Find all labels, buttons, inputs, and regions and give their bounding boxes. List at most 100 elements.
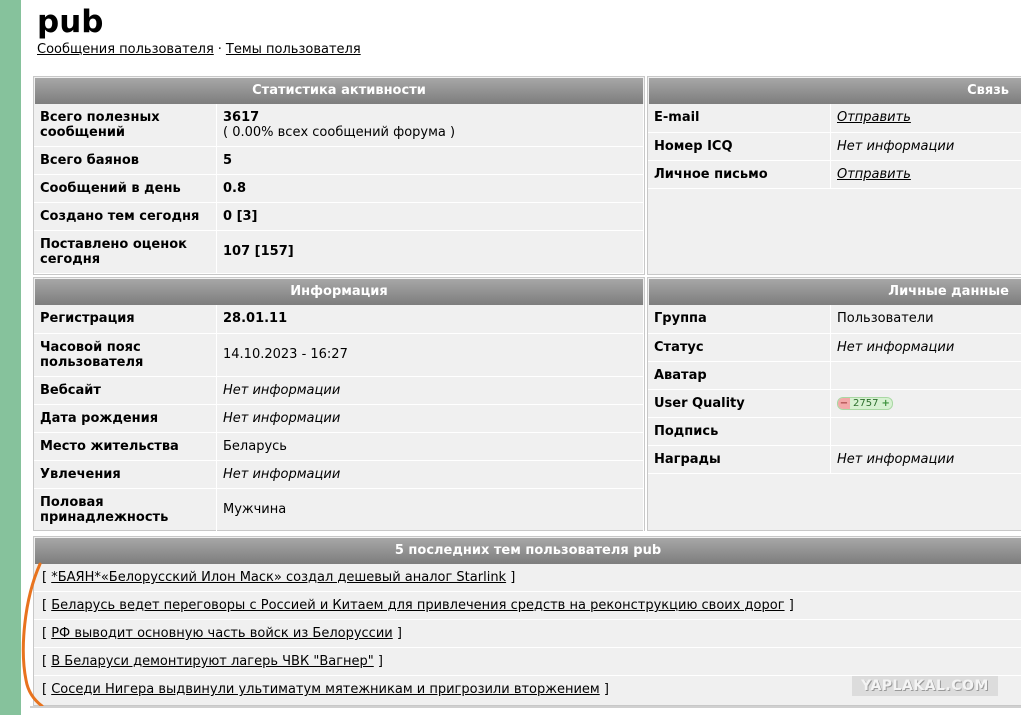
row-label: Награды bbox=[648, 445, 831, 473]
row-label: Всего полезных сообщений bbox=[34, 104, 217, 146]
row-value: 14.10.2023 - 16:27 bbox=[217, 333, 644, 376]
row-value: Нет информации bbox=[831, 445, 1021, 473]
avatar bbox=[831, 361, 1021, 389]
table-row: Половая принадлежность Мужчина bbox=[34, 488, 644, 531]
list-item: [ В Беларуси демонтируют лагерь ЧВК "Ваг… bbox=[34, 648, 1021, 676]
row-label: E-mail bbox=[648, 104, 831, 132]
bracket-close: ] bbox=[510, 570, 515, 585]
row-label: Номер ICQ bbox=[648, 132, 831, 160]
table-row: Всего баянов 5 bbox=[34, 146, 644, 174]
table-row: Подпись bbox=[648, 417, 1021, 445]
row-label: Всего баянов bbox=[34, 146, 217, 174]
topic-link[interactable]: РФ выводит основную часть войск из Белор… bbox=[51, 626, 393, 641]
signature bbox=[831, 417, 1021, 445]
row-value: 3617 ( 0.00% всех сообщений форума ) bbox=[217, 104, 644, 146]
info-panel-title: Информация bbox=[35, 279, 643, 305]
quality-minus-button[interactable]: − bbox=[838, 398, 850, 409]
send-pm-link[interactable]: Отправить bbox=[837, 167, 911, 182]
table-row: Дата рождения Нет информации bbox=[34, 404, 644, 432]
row-label: Место жительства bbox=[34, 432, 217, 460]
row-value: Пользователи bbox=[831, 305, 1021, 333]
table-row: Личное письмо Отправить bbox=[648, 160, 1021, 188]
bottom-divider bbox=[30, 706, 1021, 717]
row-label: Дата рождения bbox=[34, 404, 217, 432]
row-value: Нет информации bbox=[831, 333, 1021, 361]
useful-messages-count: 3617 bbox=[223, 110, 637, 125]
row-value: Мужчина bbox=[217, 488, 644, 531]
row-label: User Quality bbox=[648, 389, 831, 417]
info-panel: Информация Регистрация 28.01.11 Часовой … bbox=[33, 277, 645, 531]
row-value: Нет информации bbox=[831, 132, 1021, 160]
table-row: Группа Пользователи bbox=[648, 305, 1021, 333]
row-label: Личное письмо bbox=[648, 160, 831, 188]
row-label: Половая принадлежность bbox=[34, 488, 217, 531]
table-row: Статус Нет информации bbox=[648, 333, 1021, 361]
table-row: User Quality −2757+ bbox=[648, 389, 1021, 417]
table-row: Номер ICQ Нет информации bbox=[648, 132, 1021, 160]
row-label: Сообщений в день bbox=[34, 174, 217, 202]
row-label: Создано тем сегодня bbox=[34, 202, 217, 230]
topic-link[interactable]: Беларусь ведет переговоры с Россией и Ки… bbox=[51, 598, 784, 613]
topic-link[interactable]: Соседи Нигера выдвинули ультиматум мятеж… bbox=[51, 682, 600, 697]
row-value: −2757+ bbox=[831, 389, 1021, 417]
contact-panel: Связь E-mail Отправить Номер ICQ Нет инф… bbox=[647, 76, 1021, 275]
list-item: [ Беларусь ведет переговоры с Россией и … bbox=[34, 592, 1021, 620]
recent-topics-title: 5 последних тем пользователя pub bbox=[35, 538, 1021, 564]
useful-messages-share: ( 0.00% всех сообщений форума ) bbox=[223, 125, 637, 140]
link-separator: · bbox=[218, 42, 222, 57]
orange-bracket-annotation bbox=[14, 560, 44, 710]
activity-panel: Статистика активности Всего полезных соо… bbox=[33, 76, 645, 275]
contact-table: E-mail Отправить Номер ICQ Нет информаци… bbox=[648, 104, 1021, 189]
page-header: pub Сообщения пользователя · Темы пользова… bbox=[37, 4, 361, 57]
row-label: Группа bbox=[648, 305, 831, 333]
personal-panel: Личные данные Группа Пользователи Статус… bbox=[647, 277, 1021, 531]
user-links: Сообщения пользователя · Темы пользователя bbox=[37, 42, 361, 57]
row-value: 28.01.11 bbox=[217, 305, 644, 333]
row-label: Вебсайт bbox=[34, 376, 217, 404]
row-value: Отправить bbox=[831, 160, 1021, 188]
row-value: Нет информации bbox=[217, 404, 644, 432]
table-row: Аватар bbox=[648, 361, 1021, 389]
list-item: [ РФ выводит основную часть войск из Бел… bbox=[34, 620, 1021, 648]
topic-link[interactable]: В Беларуси демонтируют лагерь ЧВК "Вагне… bbox=[51, 654, 374, 669]
table-row: Создано тем сегодня 0 [3] bbox=[34, 202, 644, 230]
send-email-link[interactable]: Отправить bbox=[837, 110, 911, 125]
row-label: Подпись bbox=[648, 417, 831, 445]
bracket-close: ] bbox=[378, 654, 383, 669]
personal-table: Группа Пользователи Статус Нет информаци… bbox=[648, 305, 1021, 474]
row-value: 0 [3] bbox=[217, 202, 644, 230]
row-value: 0.8 bbox=[217, 174, 644, 202]
user-topics-link[interactable]: Темы пользователя bbox=[226, 42, 361, 57]
row-value: Беларусь bbox=[217, 432, 644, 460]
row-value: 107 [157] bbox=[217, 230, 644, 273]
user-messages-link[interactable]: Сообщения пользователя bbox=[37, 42, 214, 57]
list-item: [ *БАЯН*«Белорусский Илон Маск» создал д… bbox=[34, 564, 1021, 592]
table-row: Сообщений в день 0.8 bbox=[34, 174, 644, 202]
table-row: Поставлено оценок сегодня 107 [157] bbox=[34, 230, 644, 273]
row-label: Регистрация bbox=[34, 305, 217, 333]
table-row: Всего полезных сообщений 3617 ( 0.00% вс… bbox=[34, 104, 644, 146]
table-row: Регистрация 28.01.11 bbox=[34, 305, 644, 333]
row-label: Аватар bbox=[648, 361, 831, 389]
table-row: Вебсайт Нет информации bbox=[34, 376, 644, 404]
watermark-logo: YAPLAKAL.COM bbox=[852, 676, 998, 696]
row-value: Нет информации bbox=[217, 460, 644, 488]
contact-panel-title: Связь bbox=[649, 78, 1021, 104]
personal-panel-title: Личные данные bbox=[649, 279, 1021, 305]
table-row: Место жительства Беларусь bbox=[34, 432, 644, 460]
page-title: pub bbox=[37, 4, 361, 40]
table-row: Награды Нет информации bbox=[648, 445, 1021, 473]
bracket-close: ] bbox=[397, 626, 402, 641]
quality-plus-button[interactable]: + bbox=[881, 398, 889, 409]
table-row: E-mail Отправить bbox=[648, 104, 1021, 132]
bracket-close: ] bbox=[604, 682, 609, 697]
table-row: Часовой пояс пользователя 14.10.2023 - 1… bbox=[34, 333, 644, 376]
activity-panel-title: Статистика активности bbox=[35, 78, 643, 104]
info-table: Регистрация 28.01.11 Часовой пояс пользо… bbox=[34, 305, 644, 532]
row-value: Отправить bbox=[831, 104, 1021, 132]
row-label: Статус bbox=[648, 333, 831, 361]
user-quality-widget: −2757+ bbox=[837, 397, 893, 410]
activity-table: Всего полезных сообщений 3617 ( 0.00% вс… bbox=[34, 104, 644, 274]
topic-link[interactable]: *БАЯН*«Белорусский Илон Маск» создал деш… bbox=[51, 570, 506, 585]
row-label: Увлечения bbox=[34, 460, 217, 488]
